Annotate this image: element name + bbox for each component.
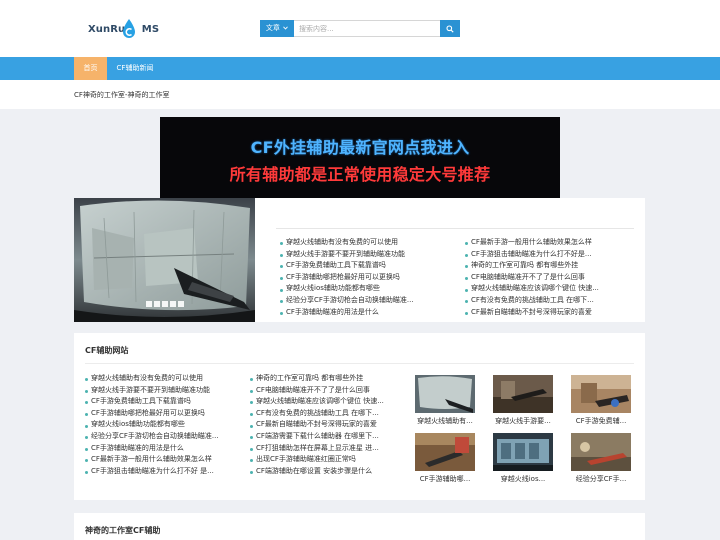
list-item[interactable]: 出现CF手游辅助瞄准红圈正常吗 <box>250 455 356 463</box>
list-item[interactable]: 神奇的工作室可靠吗 都有哪些外挂 <box>465 261 578 269</box>
search-input[interactable] <box>294 20 441 37</box>
list-item[interactable]: CF最新手游一般用什么辅助效果怎么样 <box>85 455 212 463</box>
thumbnail-card[interactable]: 穿越火线手游要... <box>493 375 553 426</box>
promo-banner[interactable]: CF外挂辅助最新官网点我进入 所有辅助都是正常使用稳定大号推荐 <box>160 117 560 198</box>
list-item[interactable]: 经验分享CF手游切枪会自动换辅助瞄准... <box>85 432 219 440</box>
search-bar: 文章 <box>260 20 460 37</box>
slide-dot[interactable] <box>154 301 160 307</box>
section-list-col1: 穿越火线辅助有没有免费的可以使用 穿越火线手游要不要开到辅助瞄准功能 CF手游免… <box>85 373 235 477</box>
list-item[interactable]: 穿越火线辅助瞄准应该调哪个键位 快速... <box>250 397 384 405</box>
thumbnail-image <box>493 375 553 413</box>
list-item[interactable]: 神奇的工作室可靠吗 都有哪些外挂 <box>250 374 363 382</box>
list-item[interactable]: CF打狙辅助怎样在屏幕上显示准星 进... <box>250 444 379 452</box>
search-category-label: 文章 <box>265 24 280 32</box>
banner-line-2: 所有辅助都是正常使用稳定大号推荐 <box>229 165 491 184</box>
breadcrumb: CF神奇的工作室-神奇的工作室 <box>74 91 170 99</box>
chevron-down-icon <box>283 26 288 30</box>
list-item[interactable]: 经验分享CF手游切枪会自动换辅助瞄准... <box>280 296 414 304</box>
list-item[interactable]: CF端游需要下载什么辅助器 在哪里下... <box>250 432 379 440</box>
logo-drop-icon <box>123 19 135 38</box>
list-item[interactable]: 穿越火线ios辅助功能都有哪些 <box>280 284 380 292</box>
list-item[interactable]: CF手游辅助哪把枪最好用可以更换吗 <box>280 273 400 281</box>
featured-list-right: CF最新手游一般用什么辅助效果怎么样 CF手游狙击辅助瞄准为什么打不好是... … <box>465 237 643 318</box>
list-item[interactable]: 穿越火线手游要不要开到辅助瞄准功能 <box>85 386 210 394</box>
list-item[interactable]: CF手游免费辅助工具下载靠谱吗 <box>85 397 191 405</box>
thumbnail-image <box>571 375 631 413</box>
list-item[interactable]: CF手游免费辅助工具下载靠谱吗 <box>280 261 386 269</box>
section-title: CF辅助网站 <box>85 346 129 355</box>
list-item[interactable]: CF端游辅助在哪设置 安装步骤是什么 <box>250 467 372 475</box>
slide-dot[interactable] <box>162 301 168 307</box>
thumbnail-caption: 经验分享CF手... <box>575 475 627 483</box>
thumbnail-card[interactable]: 经验分享CF手... <box>571 433 631 484</box>
list-item[interactable]: CF手游狙击辅助瞄准为什么打不好 是... <box>85 467 214 475</box>
thumbnail-card[interactable]: 穿越火线辅助有... <box>415 375 475 426</box>
section-title: 神奇的工作室CF辅助 <box>85 526 161 535</box>
cf-sites-section: CF辅助网站 穿越火线辅助有没有免费的可以使用 穿越火线手游要不要开到辅助瞄准功… <box>74 333 645 500</box>
search-category-select[interactable]: 文章 <box>260 20 294 37</box>
thumbnail-card[interactable]: 穿越火线ios... <box>493 433 553 484</box>
thumbnail-image <box>415 433 475 471</box>
thumbnail-caption: 穿越火线辅助有... <box>417 417 473 425</box>
thumbnail-card[interactable]: CF手游辅助哪... <box>415 433 475 484</box>
list-item[interactable]: CF手游辅助哪把枪最好用可以更换吗 <box>85 409 205 417</box>
featured-block: 穿越火线辅助有没有免费的可以使用 穿越火线手游要不要开到辅助瞄准功能 CF手游免… <box>74 198 645 322</box>
search-button[interactable] <box>440 20 460 37</box>
divider <box>85 363 634 364</box>
list-item[interactable]: 穿越火线辅助有没有免费的可以使用 <box>280 238 398 246</box>
list-item[interactable]: CF手游辅助瞄准的用法是什么 <box>85 444 184 452</box>
list-item[interactable]: 穿越火线ios辅助功能都有哪些 <box>85 420 185 428</box>
breadcrumb-bar: CF神奇的工作室-神奇的工作室 <box>0 80 720 109</box>
list-item[interactable]: CF手游辅助瞄准的用法是什么 <box>280 308 379 316</box>
slide-dot[interactable] <box>178 301 184 307</box>
thumbnail-caption: 穿越火线手游要... <box>495 417 551 425</box>
list-item[interactable]: CF有没有免费的挑战辅助工具 在哪下... <box>465 296 594 304</box>
studio-section: 神奇的工作室CF辅助 <box>74 513 645 540</box>
search-icon <box>446 24 454 33</box>
thumbnail-caption: CF手游辅助哪... <box>419 475 471 483</box>
list-item[interactable]: CF最新自瞄辅助不封号深得玩家的喜爱 <box>250 420 377 428</box>
list-item[interactable]: CF手游狙击辅助瞄准为什么打不好是... <box>465 250 592 258</box>
slideshow-pagination <box>146 301 184 307</box>
thumbnail-caption: CF手游免费辅... <box>575 417 627 425</box>
thumbnail-image <box>493 433 553 471</box>
list-item[interactable]: CF电脑辅助瞄准开不了了是什么回事 <box>465 273 585 281</box>
list-item[interactable]: 穿越火线手游要不要开到辅助瞄准功能 <box>280 250 405 258</box>
thumbnail-image <box>571 433 631 471</box>
banner-line-1: CF外挂辅助最新官网点我进入 <box>250 138 470 157</box>
site-logo[interactable]: XunRui MS <box>88 18 159 42</box>
list-item[interactable]: CF有没有免费的挑战辅助工具 在哪下... <box>250 409 379 417</box>
list-item[interactable]: 穿越火线辅助有没有免费的可以使用 <box>85 374 203 382</box>
thumbnail-caption: 穿越火线ios... <box>500 475 546 483</box>
header: XunRui MS 文章 <box>0 0 720 57</box>
divider <box>276 228 634 229</box>
section-list-col2: 神奇的工作室可靠吗 都有哪些外挂 CF电脑辅助瞄准开不了了是什么回事 穿越火线辅… <box>250 373 405 477</box>
list-item[interactable]: CF最新自瞄辅助不封号深得玩家的喜爱 <box>465 308 592 316</box>
nav-item-home[interactable]: 首页 <box>74 57 107 80</box>
main-nav: 首页 CF辅助新闻 <box>0 57 720 80</box>
featured-list-left: 穿越火线辅助有没有免费的可以使用 穿越火线手游要不要开到辅助瞄准功能 CF手游免… <box>280 237 460 318</box>
featured-slideshow[interactable] <box>74 198 255 322</box>
slide-dot[interactable] <box>146 301 152 307</box>
thumbnail-image <box>415 375 475 413</box>
list-item[interactable]: CF电脑辅助瞄准开不了了是什么回事 <box>250 386 370 394</box>
list-item[interactable]: CF最新手游一般用什么辅助效果怎么样 <box>465 238 592 246</box>
list-item[interactable]: 穿越火线辅助瞄准应该调哪个键位 快速... <box>465 284 599 292</box>
thumbnail-card[interactable]: CF手游免费辅... <box>571 375 631 426</box>
slide-dot[interactable] <box>170 301 176 307</box>
nav-item-cf-news[interactable]: CF辅助新闻 <box>110 57 160 80</box>
